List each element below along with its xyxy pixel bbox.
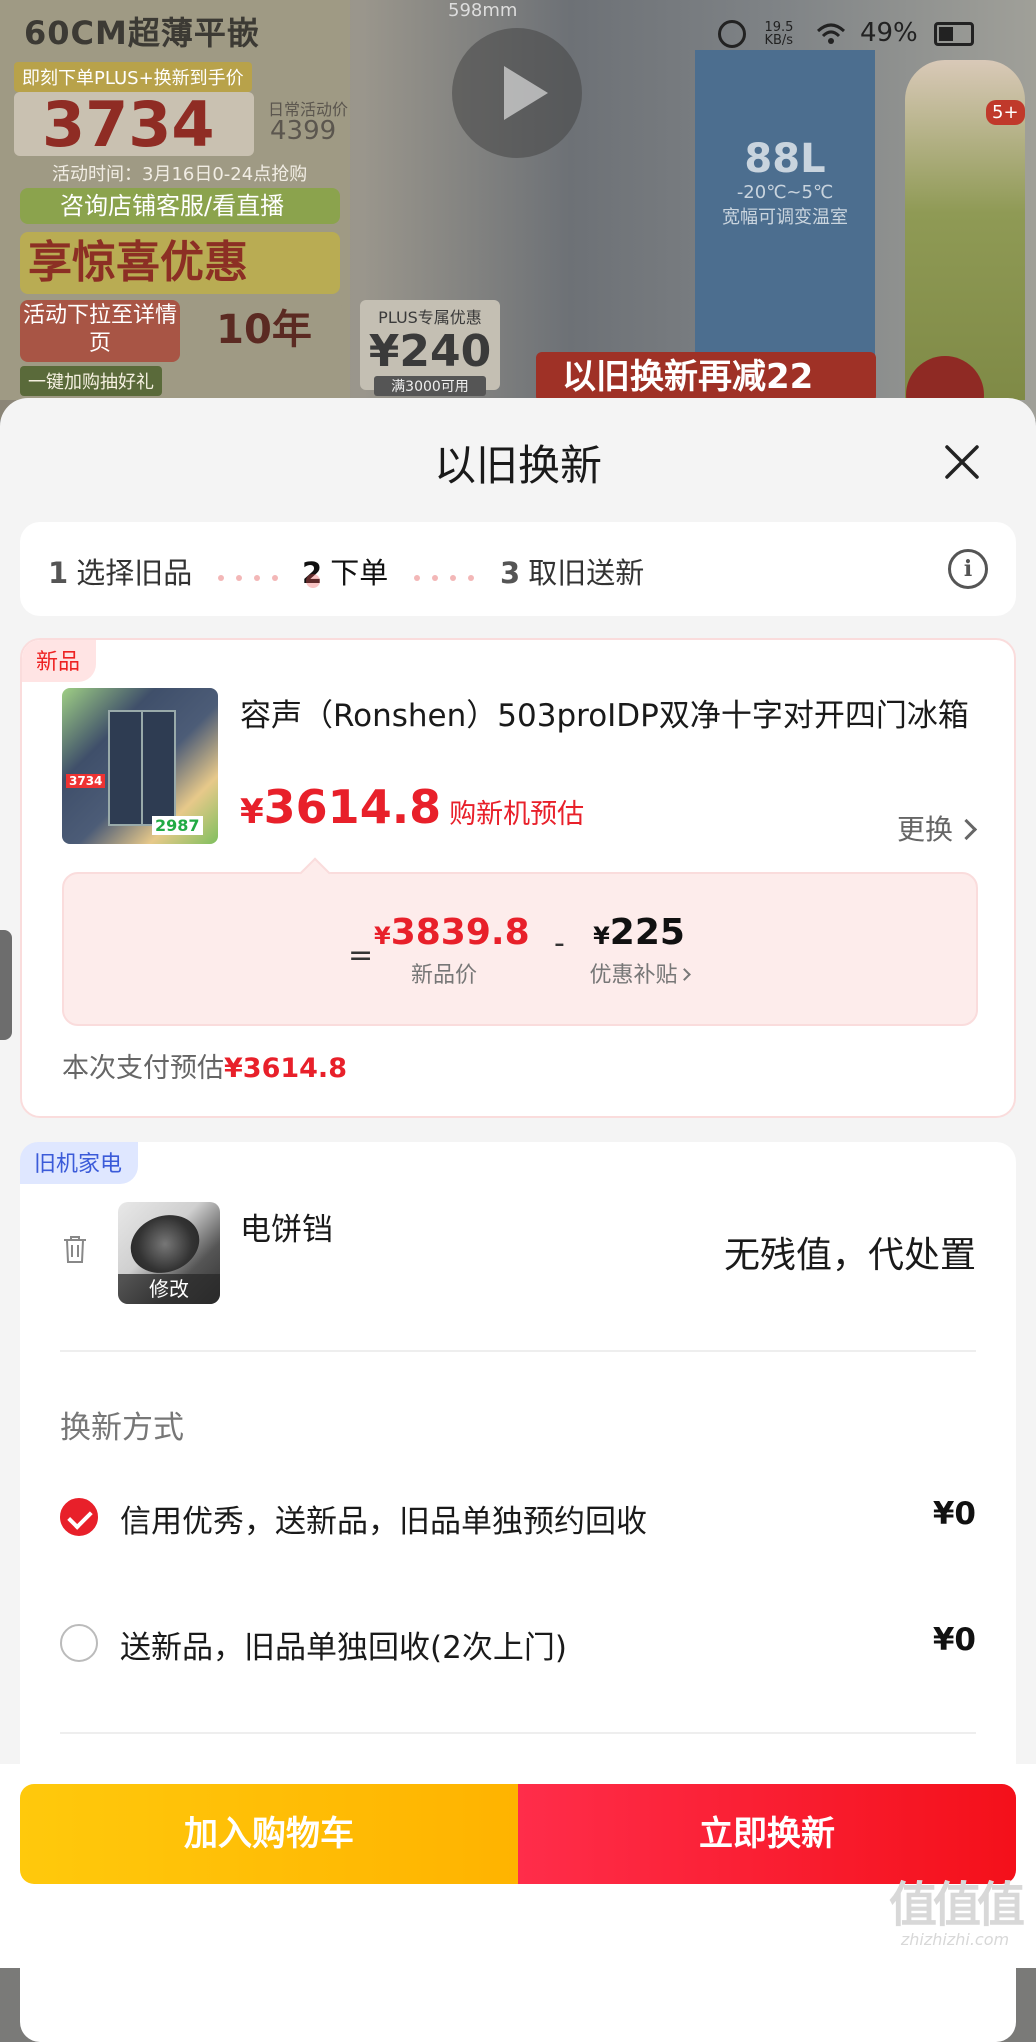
new-product-tag: 新品 (22, 640, 97, 682)
old-appliance-name: 电饼铛 (240, 1212, 333, 1248)
step-indicator: 1 选择旧品 2 下单 3 取旧送新 i (20, 522, 1016, 616)
watermark: 值值值 zhizhizhi.com (880, 1880, 1030, 1949)
option-label: 送新品，旧品单独回收(2次上门) (120, 1630, 567, 1666)
old-appliance-value: 无残值，代处置 (723, 1235, 976, 1276)
estimate-price: 3614.8 (263, 780, 442, 834)
new-product-image[interactable]: 3734 2987 (62, 688, 218, 844)
modify-label[interactable]: 修改 (118, 1274, 220, 1304)
watermark-logo: 值值值 (888, 1877, 1025, 1933)
trade-in-now-button[interactable]: 立即换新 (518, 1784, 1016, 1884)
gallery-count-badge: 5+ (986, 100, 1025, 125)
info-icon[interactable]: i (948, 549, 988, 589)
radio-checked-icon[interactable] (60, 1498, 98, 1536)
chevron-right-icon (955, 818, 978, 840)
step-pickup-deliver: 3 取旧送新 (500, 556, 645, 590)
plus-coupon-title: PLUS专属优惠 (378, 308, 482, 327)
new-product-price: ¥3839.8 新品价 (374, 912, 530, 988)
fridge-door-image: 88L -20℃~5℃ 宽幅可调变温室 (695, 50, 875, 390)
plus-coupon-value: ¥240 (368, 326, 492, 377)
estimate-label: 购新机预估 (449, 799, 585, 830)
wifi-icon (816, 23, 845, 44)
promo-pull-down: 活动下拉至详情页 (20, 300, 180, 362)
method-option-two-visits[interactable]: 送新品，旧品单独回收(2次上门) ¥0 (60, 1620, 976, 1670)
payment-estimate-value: ¥3614.8 (224, 1053, 347, 1084)
close-icon[interactable] (938, 438, 986, 486)
step-place-order: 2 下单 (302, 556, 389, 590)
subsidy-amount[interactable]: ¥225 优惠补贴 (564, 912, 714, 989)
video-play-icon (452, 28, 582, 158)
equals-sign: = (348, 938, 374, 973)
promo-warranty: 10年 (186, 300, 342, 360)
sheet-title: 以旧换新 (433, 441, 602, 490)
status-bar: 19.5 KB/s 49% (718, 18, 974, 48)
promo-price-box: 3734 (14, 88, 254, 161)
promo-hand-price: 3734 (42, 88, 215, 161)
divider (60, 1350, 976, 1352)
method-option-credit[interactable]: 信用优秀，送新品，旧品单独预约回收 ¥0 (60, 1494, 976, 1544)
alarm-icon (718, 19, 747, 48)
trade-in-sheet: 以旧换新 1 选择旧品 2 下单 3 取旧送新 i 新品 3734 2987 容声（R… (0, 398, 1036, 2042)
step-select-old: 1 选择旧品 (48, 556, 193, 590)
change-product-link[interactable]: 更换 (897, 808, 978, 848)
payment-estimate: 本次支付预估¥3614.8 (62, 1053, 347, 1084)
old-appliance-image[interactable]: 修改 (118, 1202, 220, 1304)
promo-headline: 60CM超薄平嵌 (24, 14, 260, 52)
step-dots (218, 566, 290, 585)
radio-unchecked-icon[interactable] (60, 1624, 98, 1662)
battery-icon (934, 21, 974, 46)
option-price: ¥0 (932, 1496, 976, 1532)
option-price: ¥0 (932, 1622, 976, 1658)
trade-in-method-title: 换新方式 (60, 1410, 184, 1446)
chevron-right-icon (677, 967, 691, 981)
promo-surprise: 享惊喜优惠 (20, 232, 340, 294)
new-product-estimate: ¥3614.8 购新机预估 (240, 780, 585, 834)
plus-coupon: PLUS专属优惠 ¥240 满3000可用 (360, 300, 500, 396)
promo-activity-time: 活动时间：3月16日0-24点抢购 (52, 164, 308, 185)
product-page-background: 60CM超薄平嵌 598mm 即刻下单PLUS+换新到手价 3734 日常活动价… (0, 0, 1036, 420)
old-appliance-tag: 旧机家电 (20, 1142, 139, 1184)
battery-percent: 49% (859, 18, 918, 48)
promo-bottom-left: 一键加购抽好礼 (20, 366, 162, 396)
promo-consult: 咨询店铺客服/看直播 (20, 188, 340, 224)
door-capacity: 88L (744, 136, 826, 182)
network-speed: 19.5 KB/s (764, 19, 794, 48)
trash-icon[interactable] (62, 1234, 88, 1264)
door-desc: 宽幅可调变温室 (722, 207, 848, 228)
add-to-cart-button[interactable]: 加入购物车 (20, 1784, 518, 1884)
size-text: 598mm (448, 0, 518, 21)
divider (60, 1732, 976, 1734)
door-temp: -20℃~5℃ (736, 182, 834, 203)
new-product-card: 新品 3734 2987 容声（Ronshen）503proIDP双净十字对开四… (20, 638, 1016, 1118)
new-product-name[interactable]: 容声（Ronshen）503proIDP双净十字对开四门冰箱 (240, 690, 980, 735)
watermark-url: zhizhizhi.com (900, 1930, 1010, 1949)
trade-in-banner: 以旧换新再减22 (536, 352, 876, 402)
price-breakdown: = ¥3839.8 新品价 - ¥225 优惠补贴 (62, 872, 978, 1026)
step-dots (414, 566, 486, 585)
option-label: 信用优秀，送新品，旧品单独预约回收 (120, 1504, 647, 1540)
side-handle[interactable] (0, 930, 12, 1040)
promo-daily-value: 4399 (270, 116, 337, 146)
plus-coupon-note: 满3000可用 (374, 376, 486, 396)
